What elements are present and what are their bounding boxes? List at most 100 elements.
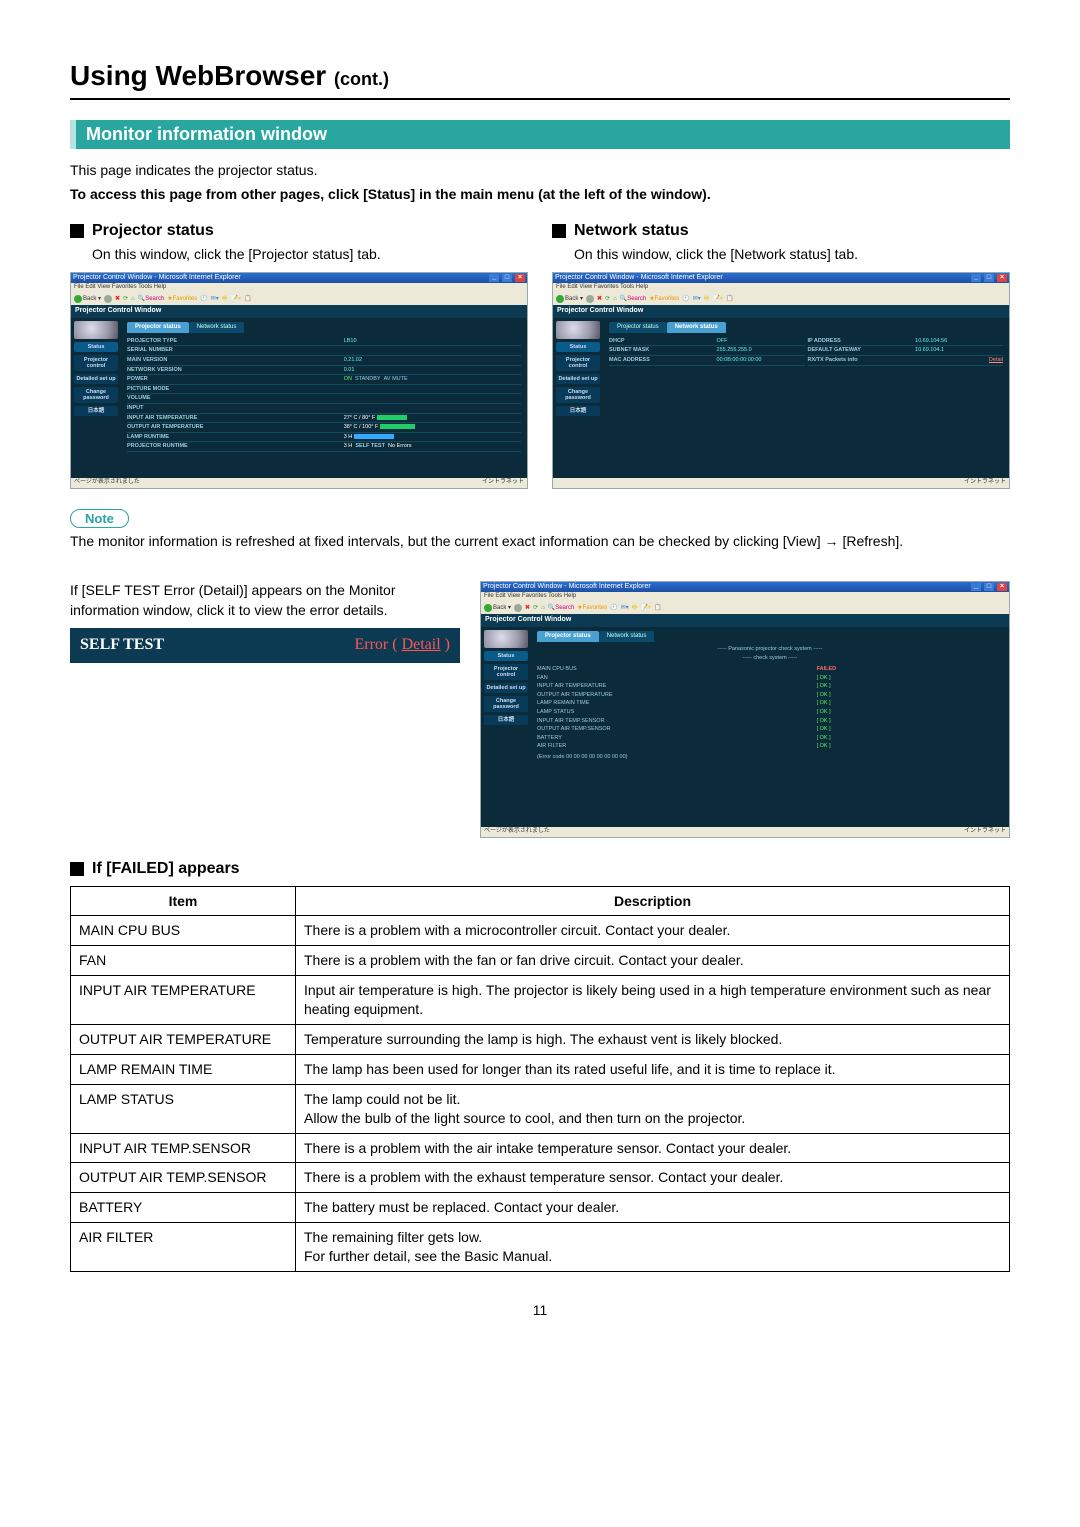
home-icon[interactable]: ⌂ — [541, 605, 545, 612]
sidebar-item-change-password[interactable]: Change password — [556, 387, 600, 403]
back-icon[interactable] — [556, 295, 564, 303]
failed-desc-cell: The battery must be replaced. Contact yo… — [296, 1193, 1010, 1223]
sidebar-item-change-password[interactable]: Change password — [484, 696, 528, 712]
sidebar-item-language[interactable]: 日本語 — [556, 406, 600, 416]
maximize-icon[interactable]: □ — [984, 274, 994, 282]
browser-toolbar[interactable]: Back ▾ ✖ ⟳ ⌂ 🔍Search ★Favorites 🕘 ✉▾ 🖶 📝… — [71, 293, 527, 305]
cell-value: 27° C / 80° F — [344, 415, 521, 422]
minimize-icon[interactable]: _ — [971, 274, 981, 282]
print-icon[interactable]: 🖶 — [704, 296, 710, 303]
forward-icon[interactable] — [514, 604, 522, 612]
refresh-icon[interactable]: ⟳ — [123, 296, 128, 303]
sidebar-item-status[interactable]: Status — [484, 651, 528, 661]
cell-label: PROJECTOR RUNTIME — [127, 443, 344, 450]
network-data-grid: DHCPOFF SUBNET MASK255.255.255.0 MAC ADD… — [609, 337, 1003, 366]
discuss-icon[interactable]: 📋 — [654, 605, 661, 612]
stop-icon[interactable]: ✖ — [115, 296, 120, 303]
projector-status-heading-text: Projector status — [92, 222, 214, 240]
sidebar-item-detailed-setup[interactable]: Detailed set up — [74, 374, 118, 384]
square-bullet-icon — [70, 224, 84, 238]
status-tabs: Projector status Network status — [609, 322, 1003, 333]
error-row-status: [ OK ] — [817, 718, 831, 725]
browser-toolbar[interactable]: Back ▾ ✖ ⟳ ⌂ 🔍Search ★Favorites 🕘 ✉▾ 🖶 📝… — [481, 602, 1009, 614]
error-row: AIR FILTER[ OK ] — [537, 742, 1003, 751]
search-icon[interactable]: 🔍Search — [138, 296, 164, 303]
mail-icon[interactable]: ✉▾ — [693, 296, 701, 303]
edit-icon[interactable]: 📝▾ — [640, 605, 650, 612]
stop-icon[interactable]: ✖ — [597, 296, 602, 303]
cell-value — [344, 347, 521, 354]
minimize-icon[interactable]: _ — [971, 583, 981, 591]
mail-icon[interactable]: ✉▾ — [211, 296, 219, 303]
forward-icon[interactable] — [586, 295, 594, 303]
sidebar-item-language[interactable]: 日本語 — [74, 406, 118, 416]
print-icon[interactable]: 🖶 — [632, 605, 638, 612]
error-row-label: INPUT AIR TEMP.SENSOR — [537, 718, 817, 725]
sidebar-item-projector-control[interactable]: Projector control — [74, 355, 118, 371]
history-icon[interactable]: 🕘 — [610, 605, 617, 612]
history-icon[interactable]: 🕘 — [682, 296, 689, 303]
page-title-cont: (cont.) — [334, 69, 389, 89]
intro-line-2: To access this page from other pages, cl… — [70, 185, 1010, 205]
search-icon[interactable]: 🔍Search — [620, 296, 646, 303]
close-icon[interactable]: × — [997, 583, 1007, 591]
close-icon[interactable]: × — [997, 274, 1007, 282]
network-status-column: Network status On this window, click the… — [552, 222, 1010, 488]
favorites-icon[interactable]: ★Favorites — [167, 296, 197, 303]
failed-desc-cell: The lamp has been used for longer than i… — [296, 1054, 1010, 1084]
print-icon[interactable]: 🖶 — [222, 296, 228, 303]
failed-desc-cell: There is a problem with the air intake t… — [296, 1133, 1010, 1163]
mail-icon[interactable]: ✉▾ — [621, 605, 629, 612]
selftest-error-link[interactable]: Error ( Detail ) — [354, 634, 450, 656]
close-icon[interactable]: × — [515, 274, 525, 282]
history-icon[interactable]: 🕘 — [200, 296, 207, 303]
sidebar-item-detailed-setup[interactable]: Detailed set up — [556, 374, 600, 384]
favorites-icon[interactable]: ★Favorites — [577, 605, 607, 612]
refresh-icon[interactable]: ⟳ — [605, 296, 610, 303]
edit-icon[interactable]: 📝▾ — [712, 296, 722, 303]
error-row-status: [ OK ] — [817, 683, 831, 690]
sidebar-item-status[interactable]: Status — [556, 342, 600, 352]
tab-projector-status[interactable]: Projector status — [609, 322, 667, 333]
favorites-icon[interactable]: ★Favorites — [649, 296, 679, 303]
tab-projector-status[interactable]: Projector status — [537, 631, 599, 642]
browser-toolbar[interactable]: Back ▾ ✖ ⟳ ⌂ 🔍Search ★Favorites 🕘 ✉▾ 🖶 📝… — [553, 293, 1009, 305]
sidebar-item-status[interactable]: Status — [74, 342, 118, 352]
tab-network-status[interactable]: Network status — [599, 631, 655, 642]
cell-value — [344, 386, 521, 393]
cell-value: 0.21.02 — [344, 357, 521, 364]
sidebar-item-change-password[interactable]: Change password — [74, 387, 118, 403]
minimize-icon[interactable]: _ — [489, 274, 499, 282]
projector-logo-icon — [556, 321, 600, 339]
tab-projector-status[interactable]: Projector status — [127, 322, 189, 333]
home-icon[interactable]: ⌂ — [131, 296, 135, 303]
edit-icon[interactable]: 📝▾ — [230, 296, 240, 303]
discuss-icon[interactable]: 📋 — [244, 296, 251, 303]
refresh-icon[interactable]: ⟳ — [533, 605, 538, 612]
discuss-icon[interactable]: 📋 — [726, 296, 733, 303]
back-icon[interactable] — [484, 604, 492, 612]
cell-label: MAIN VERSION — [127, 357, 344, 364]
browser-menubar[interactable]: File Edit View Favorites Tools Help — [71, 283, 527, 293]
tab-network-status[interactable]: Network status — [189, 322, 245, 333]
browser-menubar[interactable]: File Edit View Favorites Tools Help — [481, 592, 1009, 602]
maximize-icon[interactable]: □ — [502, 274, 512, 282]
home-icon[interactable]: ⌂ — [613, 296, 617, 303]
error-row: INPUT AIR TEMPERATURE[ OK ] — [537, 682, 1003, 691]
maximize-icon[interactable]: □ — [984, 583, 994, 591]
rxtx-detail-link[interactable]: Detail — [989, 357, 1003, 364]
sidebar-item-detailed-setup[interactable]: Detailed set up — [484, 683, 528, 693]
cell-label: PICTURE MODE — [127, 386, 344, 393]
sidebar-item-language[interactable]: 日本語 — [484, 715, 528, 725]
forward-icon[interactable] — [104, 295, 112, 303]
stop-icon[interactable]: ✖ — [525, 605, 530, 612]
failed-desc-cell: Temperature surrounding the lamp is high… — [296, 1025, 1010, 1055]
back-icon[interactable] — [74, 295, 82, 303]
error-row-status: [ OK ] — [817, 675, 831, 682]
sidebar-item-projector-control[interactable]: Projector control — [556, 355, 600, 371]
browser-menubar[interactable]: File Edit View Favorites Tools Help — [553, 283, 1009, 293]
tab-network-status[interactable]: Network status — [667, 322, 726, 333]
search-icon[interactable]: 🔍Search — [548, 605, 574, 612]
sidebar-item-projector-control[interactable]: Projector control — [484, 664, 528, 680]
projector-logo-icon — [74, 321, 118, 339]
